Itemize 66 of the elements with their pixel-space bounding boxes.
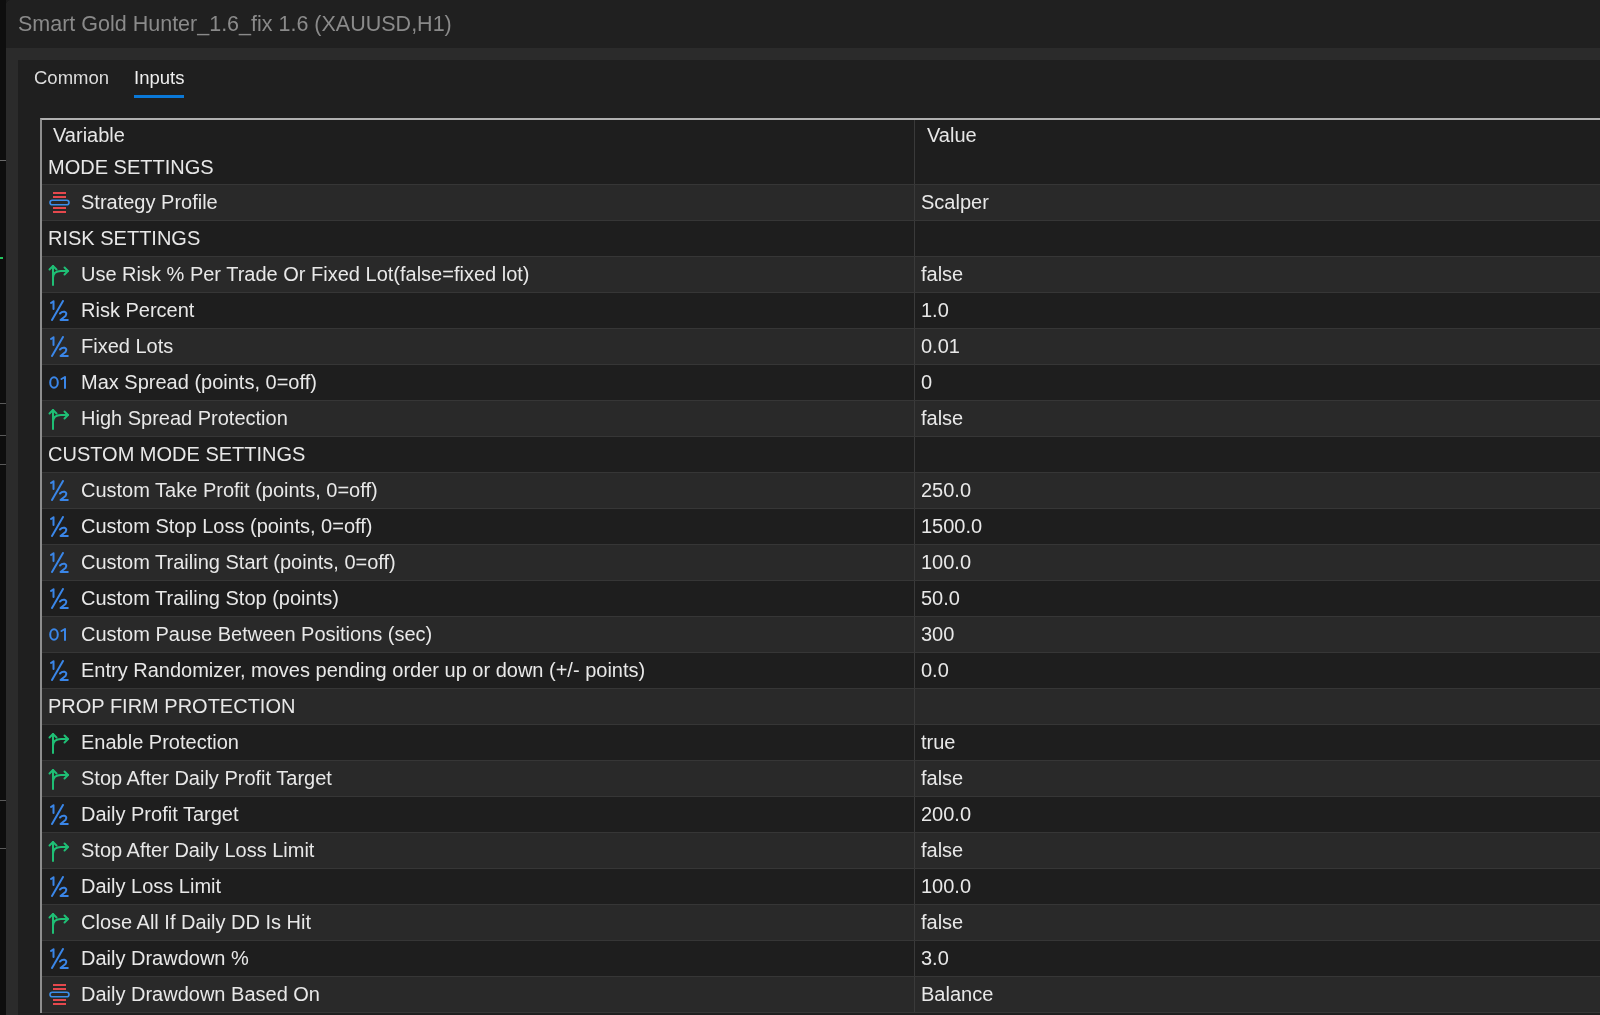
- fraction-icon: [49, 948, 69, 969]
- parameter-name: Fixed Lots: [81, 335, 174, 358]
- fraction-icon: [49, 552, 69, 573]
- parameter-value: 0: [921, 371, 933, 394]
- parameter-value: 0.01: [921, 335, 960, 358]
- parameter-value: 250.0: [921, 479, 972, 502]
- section-label: MODE SETTINGS: [48, 156, 214, 179]
- parameter-name: Stop After Daily Loss Limit: [81, 839, 315, 862]
- fraction-icon: [49, 804, 69, 825]
- window-title: Smart Gold Hunter_1.6_fix 1.6 (XAUUSD,H1): [18, 11, 452, 37]
- branch-arrow-icon: [48, 839, 70, 862]
- fraction-icon: [49, 336, 69, 357]
- parameter-name: Entry Randomizer, moves pending order up or down (+/- points): [81, 659, 646, 682]
- column-header: Variable: [52, 123, 126, 148]
- parameter-name: Custom Stop Loss (points, 0=off): [81, 515, 373, 538]
- parameter-name: Daily Drawdown %: [81, 947, 249, 970]
- parameter-value: 1500.0: [921, 515, 983, 538]
- parameter-name: Enable Protection: [81, 731, 239, 754]
- parameter-name: High Spread Protection: [81, 407, 288, 430]
- parameter-value: false: [921, 911, 964, 934]
- parameter-value: Balance: [921, 983, 994, 1006]
- fraction-icon: [49, 876, 69, 897]
- parameter-value: Scalper: [921, 191, 989, 214]
- parameter-name: Daily Drawdown Based On: [81, 983, 320, 1006]
- parameter-name: Daily Profit Target: [81, 803, 239, 826]
- list-icon: [48, 192, 70, 213]
- parameter-value: 100.0: [921, 551, 972, 574]
- parameter-name: Strategy Profile: [81, 191, 218, 214]
- parameter-value: 300: [921, 623, 955, 646]
- parameter-name: Risk Percent: [81, 299, 195, 322]
- parameter-name: Max Spread (points, 0=off): [81, 371, 317, 394]
- section-label: RISK SETTINGS: [48, 227, 201, 250]
- fraction-icon: [49, 660, 69, 681]
- tab[interactable]: Inputs: [134, 67, 185, 98]
- parameter-value: 0.0: [921, 659, 949, 682]
- parameter-name: Custom Pause Between Positions (sec): [81, 623, 433, 646]
- list-icon: [48, 984, 70, 1005]
- parameter-name: Daily Loss Limit: [81, 875, 222, 898]
- parameter-name: Close All If Daily DD Is Hit: [81, 911, 312, 934]
- parameter-value: 1.0: [921, 299, 949, 322]
- parameter-name: Stop After Daily Profit Target: [81, 767, 332, 790]
- parameter-name: Custom Trailing Start (points, 0=off): [81, 551, 396, 574]
- branch-arrow-icon: [48, 407, 70, 430]
- tab[interactable]: Common: [34, 67, 110, 98]
- parameter-value: 200.0: [921, 803, 972, 826]
- parameter-name: Custom Take Profit (points, 0=off): [81, 479, 378, 502]
- fraction-icon: [49, 516, 69, 537]
- parameter-value: false: [921, 263, 964, 286]
- branch-arrow-icon: [48, 767, 70, 790]
- parameter-value: 50.0: [921, 587, 960, 610]
- parameter-value: false: [921, 839, 964, 862]
- parameter-value: 3.0: [921, 947, 949, 970]
- parameter-name: Use Risk % Per Trade Or Fixed Lot(false=fixed lot): [81, 263, 530, 286]
- parameter-value: true: [921, 731, 956, 754]
- branch-arrow-icon: [48, 263, 70, 286]
- section-label: CUSTOM MODE SETTINGS: [48, 443, 306, 466]
- parameter-value: false: [921, 407, 964, 430]
- branch-arrow-icon: [48, 911, 70, 934]
- section-label: PROP FIRM PROTECTION: [48, 695, 296, 718]
- fraction-icon: [49, 588, 69, 609]
- fraction-icon: [49, 300, 69, 321]
- branch-arrow-icon: [48, 731, 70, 754]
- parameter-name: Custom Trailing Stop (points): [81, 587, 339, 610]
- fraction-icon: [49, 480, 69, 501]
- parameter-value: false: [921, 767, 964, 790]
- parameter-value: 100.0: [921, 875, 972, 898]
